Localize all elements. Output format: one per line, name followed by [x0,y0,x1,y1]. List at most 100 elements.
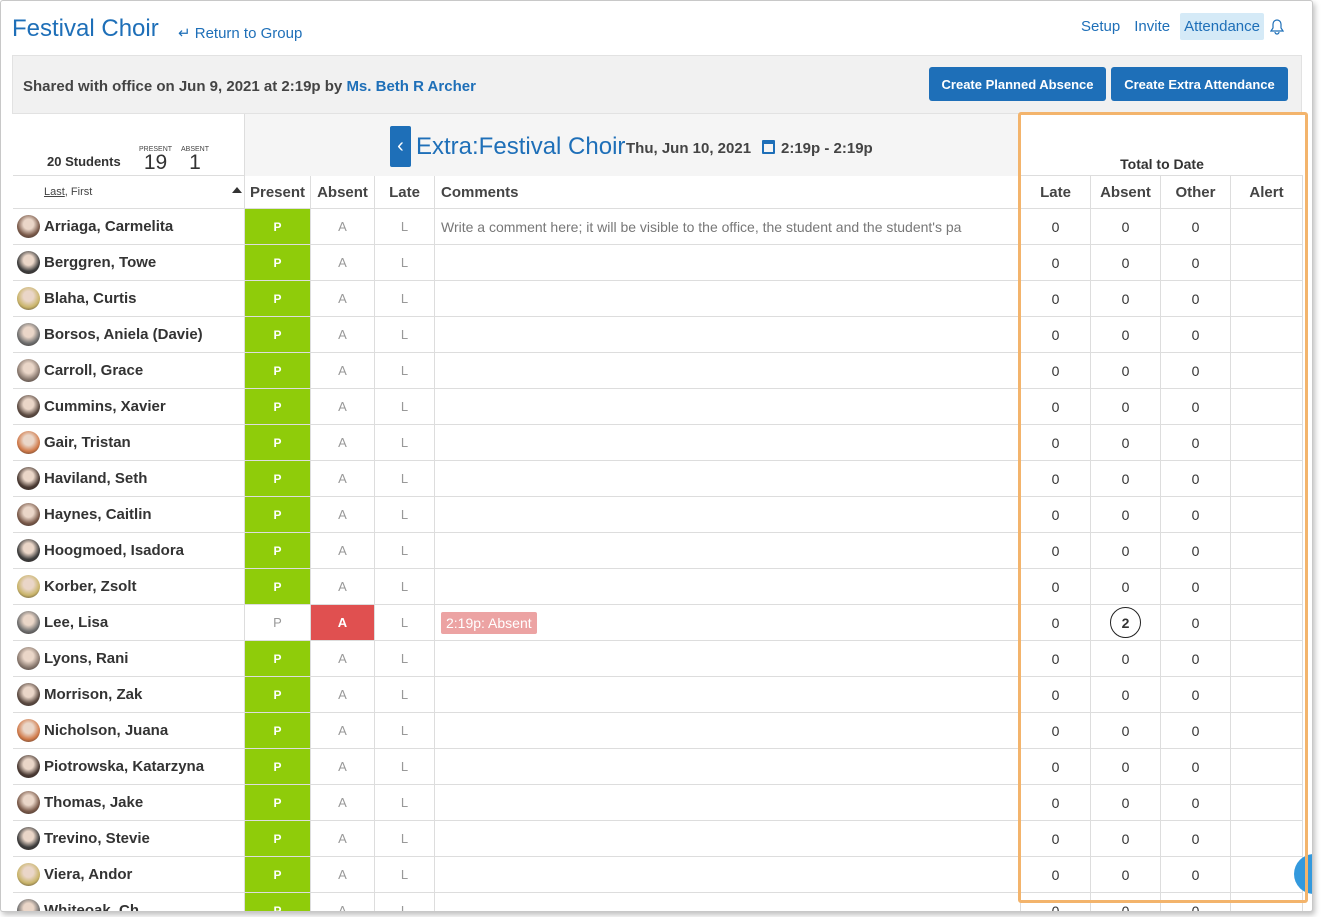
comment-cell[interactable] [435,317,1021,352]
student-name-cell[interactable]: Haynes, Caitlin [13,497,245,532]
student-name-cell[interactable]: Whiteoak, Ch [13,893,245,911]
late-toggle[interactable]: L [375,857,435,892]
student-name-cell[interactable]: Lyons, Rani [13,641,245,676]
student-name-cell[interactable]: Morrison, Zak [13,677,245,712]
comment-cell[interactable] [435,857,1021,892]
present-toggle[interactable]: P [245,317,311,352]
student-name-cell[interactable]: Carroll, Grace [13,353,245,388]
comment-cell[interactable] [435,713,1021,748]
present-toggle[interactable]: P [245,785,311,820]
late-toggle[interactable]: L [375,821,435,856]
absent-toggle[interactable]: A [311,605,375,640]
late-toggle[interactable]: L [375,677,435,712]
late-toggle[interactable]: L [375,245,435,280]
student-name-cell[interactable]: Borsos, Aniela (Davie) [13,317,245,352]
comment-cell[interactable] [435,785,1021,820]
present-toggle[interactable]: P [245,533,311,568]
present-toggle[interactable]: P [245,713,311,748]
comment-cell[interactable] [435,245,1021,280]
comment-cell[interactable] [435,533,1021,568]
absent-toggle[interactable]: A [311,425,375,460]
late-toggle[interactable]: L [375,533,435,568]
comment-cell[interactable] [435,749,1021,784]
comment-cell[interactable] [435,569,1021,604]
absent-toggle[interactable]: A [311,245,375,280]
comment-cell[interactable]: 2:19p: Absent [435,605,1021,640]
present-toggle[interactable]: P [245,893,311,911]
comment-cell[interactable] [435,821,1021,856]
comment-cell[interactable] [435,281,1021,316]
late-toggle[interactable]: L [375,605,435,640]
comment-cell[interactable] [435,425,1021,460]
previous-event-button[interactable]: ‹ [390,126,411,167]
absent-toggle[interactable]: A [311,461,375,496]
absent-toggle[interactable]: A [311,893,375,911]
late-toggle[interactable]: L [375,353,435,388]
student-name-cell[interactable]: Viera, Andor [13,857,245,892]
comment-cell[interactable] [435,461,1021,496]
present-toggle[interactable]: P [245,425,311,460]
absent-toggle[interactable]: A [311,749,375,784]
comment-cell[interactable] [435,353,1021,388]
late-toggle[interactable]: L [375,893,435,911]
student-name-cell[interactable]: Berggren, Towe [13,245,245,280]
student-name-cell[interactable]: Thomas, Jake [13,785,245,820]
return-to-group-link[interactable]: ↵ Return to Group [178,24,302,42]
present-toggle[interactable]: P [245,677,311,712]
late-toggle[interactable]: L [375,281,435,316]
student-name-cell[interactable]: Korber, Zsolt [13,569,245,604]
present-toggle[interactable]: P [245,857,311,892]
present-toggle[interactable]: P [245,641,311,676]
nav-invite[interactable]: Invite [1130,13,1174,40]
student-name-cell[interactable]: Blaha, Curtis [13,281,245,316]
late-toggle[interactable]: L [375,641,435,676]
comment-cell[interactable]: Write a comment here; it will be visible… [435,209,1021,244]
shared-by-link[interactable]: Ms. Beth R Archer [346,78,475,95]
student-name-cell[interactable]: Lee, Lisa [13,605,245,640]
student-name-cell[interactable]: Nicholson, Juana [13,713,245,748]
nav-setup[interactable]: Setup [1077,13,1124,40]
absent-toggle[interactable]: A [311,713,375,748]
absent-toggle[interactable]: A [311,281,375,316]
comment-cell[interactable] [435,677,1021,712]
late-toggle[interactable]: L [375,569,435,604]
late-toggle[interactable]: L [375,749,435,784]
student-name-cell[interactable]: Gair, Tristan [13,425,245,460]
student-name-cell[interactable]: Piotrowska, Katarzyna [13,749,245,784]
present-toggle[interactable]: P [245,749,311,784]
student-name-cell[interactable]: Cummins, Xavier [13,389,245,424]
create-planned-absence-button[interactable]: Create Planned Absence [929,67,1106,101]
absent-toggle[interactable]: A [311,533,375,568]
late-toggle[interactable]: L [375,461,435,496]
late-toggle[interactable]: L [375,785,435,820]
late-toggle[interactable]: L [375,317,435,352]
absent-toggle[interactable]: A [311,641,375,676]
student-name-cell[interactable]: Haviland, Seth [13,461,245,496]
sort-name-header[interactable]: Last, First [13,176,245,208]
nav-attendance[interactable]: Attendance [1180,13,1264,40]
absent-toggle[interactable]: A [311,209,375,244]
present-toggle[interactable]: P [245,569,311,604]
present-toggle[interactable]: P [245,497,311,532]
circled-absent-count[interactable]: 2 [1110,607,1141,638]
bell-icon[interactable] [1270,18,1284,35]
late-toggle[interactable]: L [375,713,435,748]
create-extra-attendance-button[interactable]: Create Extra Attendance [1111,67,1288,101]
absent-toggle[interactable]: A [311,389,375,424]
present-toggle[interactable]: P [245,605,311,640]
present-toggle[interactable]: P [245,389,311,424]
student-name-cell[interactable]: Trevino, Stevie [13,821,245,856]
student-name-cell[interactable]: Arriaga, Carmelita [13,209,245,244]
present-toggle[interactable]: P [245,245,311,280]
student-name-cell[interactable]: Hoogmoed, Isadora [13,533,245,568]
absent-toggle[interactable]: A [311,821,375,856]
absent-toggle[interactable]: A [311,785,375,820]
late-toggle[interactable]: L [375,425,435,460]
present-toggle[interactable]: P [245,353,311,388]
present-toggle[interactable]: P [245,821,311,856]
comment-cell[interactable] [435,641,1021,676]
absent-toggle[interactable]: A [311,677,375,712]
absent-toggle[interactable]: A [311,569,375,604]
comment-cell[interactable] [435,497,1021,532]
absent-toggle[interactable]: A [311,353,375,388]
